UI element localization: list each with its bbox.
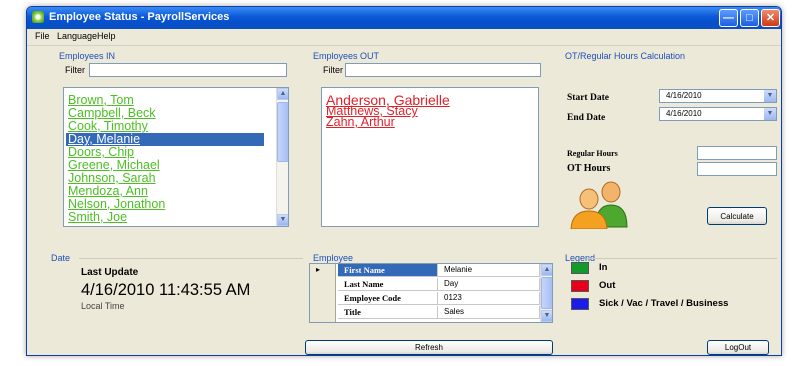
current-row-indicator-icon: ▸ [316,265,321,274]
chevron-down-icon[interactable]: ▼ [764,90,776,102]
minimize-button[interactable]: — [719,9,738,27]
users-icon [570,181,628,229]
in-filter-input[interactable] [89,63,287,77]
in-filter-label: Filter [65,65,85,75]
start-date-label: Start Date [567,93,609,103]
field-name-cell: Title [338,306,438,319]
regular-hours-label: Regular Hours [567,149,618,158]
employee-group-label: Employee [313,253,354,263]
date-group-label: Date [51,253,71,263]
employee-detail-grid[interactable]: ▲ ▼ ▸ First Name Melanie Last Name Day Employ… [309,263,553,323]
field-value-cell[interactable]: Sales [438,306,540,319]
employee-status-window: Employee Status - PayrollServices — □ ✕ … [26,6,782,356]
last-update-timestamp: 4/16/2010 11:43:55 AM [81,281,251,299]
employees-in-list[interactable]: ▲ ▼ Brown, Tom Campbell, Beck Cook, Timoth… [63,87,289,227]
ot-hours-input[interactable] [697,162,777,176]
ot-hours-label: OT Hours [567,163,611,174]
table-row[interactable]: Title Sales [310,306,552,319]
local-time-label: Local Time [81,301,125,311]
legend-label: Sick / Vac / Travel / Business [599,298,729,309]
menu-help[interactable]: Help [97,31,116,41]
end-date-value: 4/16/2010 [666,109,702,118]
window-title: Employee Status - PayrollServices [49,11,230,23]
legend-swatch [571,280,589,292]
employees-out-label: Employees OUT [313,51,380,61]
logout-button[interactable]: LogOut [707,340,769,355]
start-date-value: 4/16/2010 [666,91,702,100]
end-date-label: End Date [567,113,606,123]
out-filter-label: Filter [323,65,343,75]
close-button[interactable]: ✕ [761,9,780,27]
field-value-cell[interactable]: 0123 [438,292,540,305]
legend-swatch [571,298,589,310]
employees-out-list[interactable]: Anderson, Gabrielle Matthews, Stacy Zahn, … [321,87,539,227]
start-date-picker[interactable]: 4/16/2010 ▼ [659,89,777,103]
last-update-label: Last Update [81,267,139,278]
table-row[interactable]: ▸ First Name Melanie [310,264,552,277]
scroll-down-icon[interactable]: ▼ [277,214,288,226]
table-row[interactable]: Employee Code 0123 [310,292,552,305]
field-value-cell[interactable]: Melanie [438,264,540,277]
regular-hours-input[interactable] [697,146,777,160]
in-list-scrollbar[interactable]: ▲ ▼ [276,88,288,226]
field-name-cell: First Name [338,264,438,277]
date-group-divider [79,258,303,259]
scroll-thumb[interactable] [277,102,288,162]
list-item[interactable]: Smith, Joe [68,211,127,224]
legend-swatch [571,262,589,274]
employees-in-label: Employees IN [59,51,116,61]
menu-bar: File Language Help [27,29,781,46]
refresh-button[interactable]: Refresh [305,340,553,355]
title-bar[interactable]: Employee Status - PayrollServices — □ ✕ [27,7,781,29]
field-name-cell: Employee Code [338,292,438,305]
legend-label: Out [599,280,616,291]
calculate-button[interactable]: Calculate [707,207,767,225]
menu-language[interactable]: Language [57,31,97,41]
list-item[interactable]: Zahn, Arthur [326,116,395,129]
end-date-picker[interactable]: 4/16/2010 ▼ [659,107,777,121]
chevron-down-icon[interactable]: ▼ [764,108,776,120]
out-filter-input[interactable] [345,63,541,77]
calculator-label: OT/Regular Hours Calculation [565,51,686,61]
app-icon [32,11,44,23]
legend-label: In [599,262,608,273]
field-value-cell[interactable]: Day [438,278,540,291]
field-name-cell: Last Name [338,278,438,291]
scroll-up-icon[interactable]: ▲ [277,88,288,100]
menu-file[interactable]: File [35,31,50,41]
legend-group-divider [587,258,777,259]
table-row[interactable]: Last Name Day [310,278,552,291]
maximize-button[interactable]: □ [740,9,759,27]
